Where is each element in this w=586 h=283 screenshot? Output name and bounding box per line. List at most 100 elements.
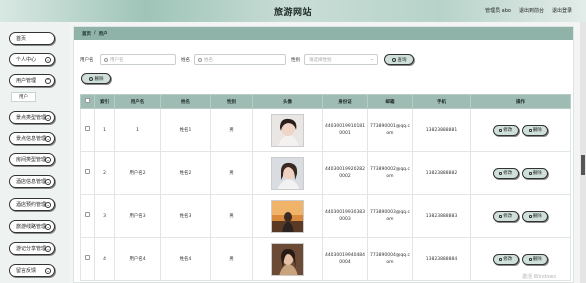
username-cell: 用户名4 [114,237,161,281]
index-cell: 3 [94,194,115,238]
chevron-down-icon: ⌄ [45,246,51,252]
id-card-cell: 44030019910181 0001 [322,108,368,152]
windows-watermark: 激活 Windows [522,274,556,280]
sidebar-item-room-type[interactable]: 房间类型管理 ⌄ [9,153,55,166]
select-all-header[interactable] [80,94,95,109]
edit-button[interactable]: 修改 [492,167,519,179]
delete-label: 删除 [532,256,542,262]
id-card-text: 0002 [339,174,351,179]
breadcrumb: 首页 / 用户 [74,27,573,40]
avatar [271,113,304,147]
avatar-cell [252,108,323,152]
back-home-link[interactable]: 退出到前台 [519,7,544,14]
id-card-text: 44030019910181 [324,124,366,129]
edit-icon [499,128,503,132]
sidebar-item-feedback[interactable]: 留言反馈 ⌄ [9,264,55,277]
gender-select[interactable]: 请选择性别 ⌄ [304,54,378,65]
row-select-cell[interactable] [80,151,95,195]
avatar-cell [252,237,323,281]
select-all-checkbox[interactable] [85,98,90,103]
delete-button[interactable]: 删除 [522,167,549,179]
row-checkbox[interactable] [85,255,90,260]
column-header: 身份证 [322,94,368,109]
email-text: om [386,260,394,265]
index-cell: 1 [94,108,115,152]
sidebar-item-label: 个人中心 [16,57,37,63]
name-label: 姓名 [181,58,190,63]
sidebar-item-home[interactable]: 首页 [9,32,55,45]
table-row: 4 用户名4 姓名4 男 44030019940484 0004 77389000… [80,237,571,281]
row-select-cell[interactable] [80,194,95,238]
chevron-down-icon: ⌄ [45,157,51,163]
chevron-down-icon: ⌄ [370,57,374,62]
row-checkbox[interactable] [85,212,90,217]
sidebar-item-scenic-type[interactable]: 景点类型管理 ⌄ [9,111,55,124]
edit-icon [499,171,503,175]
delete-icon [528,171,532,175]
page-scrollbar[interactable] [580,22,586,283]
chevron-down-icon: ⌄ [45,224,51,230]
query-button-label: 查询 [397,57,407,63]
username-search-input[interactable]: 用户名 [100,54,176,65]
username-placeholder: 用户名 [110,57,124,63]
email-text: om [386,174,394,179]
sidebar-item-label: 酒店预约管理 [16,202,47,208]
delete-button[interactable]: 删除 [522,253,549,265]
name-cell: 姓名4 [160,237,211,281]
user-icon [198,58,202,62]
sidebar-item-hotel-booking[interactable]: 酒店预约管理 ⌄ [9,198,55,211]
table-row: 3 用户名3 姓名3 男 44030019930383 0003 77389000… [80,194,571,238]
column-header: 手机 [412,94,471,109]
email-text: om [386,217,394,222]
avatar [271,199,304,233]
edit-label: 修改 [503,213,513,219]
column-header: 性别 [210,94,253,109]
actions-cell: 修改 删除 [470,108,571,152]
sidebar-item-profile[interactable]: 个人中心 ⌄ [9,53,55,66]
admin-label: 管理员 abo [485,8,511,14]
row-select-cell[interactable] [80,108,95,152]
phone-cell: 13823888881 [412,108,471,152]
avatar-cell [252,151,323,195]
row-checkbox[interactable] [85,169,90,174]
phone-cell: 13823888882 [412,151,471,195]
id-card-text: 0003 [339,217,351,222]
sidebar: 首页 个人中心 ⌄ 用户管理 ⌃ 用户 景点类型管理 ⌄ 景点信息管理 ⌄ 房间类型管理… [0,22,70,283]
breadcrumb-home[interactable]: 首页 [82,31,91,37]
edit-button[interactable]: 修改 [492,210,519,222]
sidebar-item-users[interactable]: 用户管理 ⌃ [9,74,55,87]
edit-button[interactable]: 修改 [492,253,519,265]
sidebar-item-scenic-info[interactable]: 景点信息管理 ⌄ [9,132,55,145]
sidebar-subitem-user[interactable]: 用户 [11,92,36,102]
sidebar-item-label: 用户管理 [16,78,37,84]
sidebar-item-travelogue[interactable]: 游记分享管理 ⌄ [9,242,55,255]
sidebar-item-route[interactable]: 旅游线路管理 ⌄ [9,220,55,233]
batch-delete-button[interactable]: 删除 [81,73,111,84]
main-panel: 首页 / 用户 用户名 用户名 姓名 姓名 性别 请选择性别 ⌄ 查询 删除 索… [73,26,574,283]
id-card-cell: 44030019920282 0002 [322,151,368,195]
row-checkbox[interactable] [85,126,90,131]
row-select-cell[interactable] [80,237,95,281]
sidebar-item-hotel-info[interactable]: 酒店信息管理 ⌄ [9,175,55,188]
delete-button[interactable]: 删除 [522,124,549,136]
id-card-text: 44030019940484 [324,253,366,258]
delete-icon [528,214,532,218]
id-card-text: 0004 [339,260,351,265]
query-button[interactable]: 查询 [384,54,414,65]
chevron-down-icon: ⌄ [45,115,51,121]
edit-label: 修改 [503,256,513,262]
delete-button[interactable]: 删除 [522,210,549,222]
name-cell: 姓名3 [160,194,211,238]
sidebar-item-label: 旅游线路管理 [16,224,47,230]
name-placeholder: 姓名 [204,57,213,63]
edit-button[interactable]: 修改 [492,124,519,136]
chevron-down-icon: ⌄ [45,202,51,208]
avatar [271,156,304,190]
name-search-input[interactable]: 姓名 [194,54,286,65]
actions-cell: 修改 删除 [470,151,571,195]
username-cell: 1 [114,108,161,152]
user-icon [104,58,108,62]
logout-link[interactable]: 退出登录 [552,7,572,14]
scrollbar-thumb[interactable] [581,155,585,175]
chevron-down-icon: ⌄ [45,179,51,185]
